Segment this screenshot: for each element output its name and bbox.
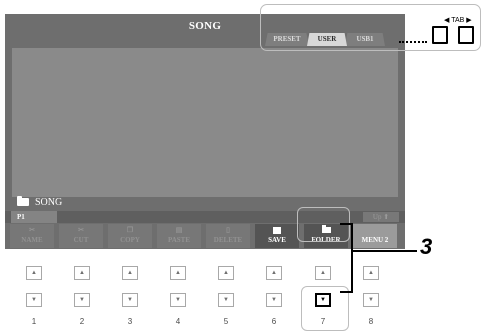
callout-leader-bottom bbox=[340, 291, 353, 293]
key1-down-button[interactable]: ▼ bbox=[26, 293, 42, 307]
copy-label: COPY bbox=[120, 236, 140, 244]
key3-up-button[interactable]: ▲ bbox=[122, 266, 138, 280]
save-button[interactable]: SAVE bbox=[255, 224, 299, 248]
save-icon bbox=[273, 227, 281, 234]
callout-leader-top bbox=[340, 223, 353, 225]
key2-up-button[interactable]: ▲ bbox=[74, 266, 90, 280]
key5-up-button[interactable]: ▲ bbox=[218, 266, 234, 280]
key8-up-button[interactable]: ▲ bbox=[363, 266, 379, 280]
cut-label: CUT bbox=[73, 236, 89, 244]
key7-down-button[interactable]: ▼ bbox=[315, 293, 331, 307]
paste-icon: ▤ bbox=[175, 226, 183, 234]
callout-leader-horizontal bbox=[353, 250, 417, 252]
cut-icon: ✂ bbox=[78, 226, 84, 234]
save-label: SAVE bbox=[268, 236, 286, 244]
key7-up-button[interactable]: ▲ bbox=[315, 266, 331, 280]
menu2-button[interactable]: MENU 2 bbox=[353, 224, 397, 248]
callout-leader-vertical bbox=[351, 224, 353, 292]
key4-up-button[interactable]: ▲ bbox=[170, 266, 186, 280]
copy-icon: ❐ bbox=[126, 226, 134, 234]
delete-label: DELETE bbox=[213, 236, 243, 244]
tab-right-button[interactable] bbox=[458, 26, 474, 44]
key3-down-button[interactable]: ▼ bbox=[122, 293, 138, 307]
folder-icon bbox=[17, 196, 29, 206]
tab-user[interactable]: USER bbox=[307, 33, 347, 46]
step-number: 3 bbox=[420, 234, 433, 259]
tab-leader-dots bbox=[399, 41, 427, 43]
tab-left-button[interactable] bbox=[432, 26, 448, 44]
name-icon: ✂ bbox=[29, 226, 35, 234]
paste-button[interactable]: ▤ PASTE bbox=[157, 224, 201, 248]
tab-buttons-label: ◀ TAB ▶ bbox=[444, 17, 472, 24]
key6-number: 6 bbox=[271, 317, 277, 326]
key6-down-button[interactable]: ▼ bbox=[266, 293, 282, 307]
key8-number: 8 bbox=[368, 317, 374, 326]
key6-up-button[interactable]: ▲ bbox=[266, 266, 282, 280]
key4-down-button[interactable]: ▼ bbox=[170, 293, 186, 307]
key3-number: 3 bbox=[127, 317, 133, 326]
up-button[interactable]: Up ⬆ bbox=[363, 212, 399, 222]
page-indicator[interactable]: P1 bbox=[11, 211, 57, 223]
name-button[interactable]: ✂ NAME bbox=[10, 224, 54, 248]
current-folder-name: SONG bbox=[35, 196, 63, 208]
key5-down-button[interactable]: ▼ bbox=[218, 293, 234, 307]
copy-button[interactable]: ❐ COPY bbox=[108, 224, 152, 248]
key2-number: 2 bbox=[79, 317, 85, 326]
key7-number: 7 bbox=[320, 317, 326, 326]
key1-up-button[interactable]: ▲ bbox=[26, 266, 42, 280]
name-label: NAME bbox=[21, 236, 43, 244]
paste-label: PASTE bbox=[167, 236, 191, 244]
current-folder: SONG bbox=[17, 195, 62, 209]
menu2-label: MENU 2 bbox=[361, 236, 389, 244]
file-list-area bbox=[12, 48, 398, 197]
delete-icon: ▯ bbox=[226, 226, 230, 234]
cut-button[interactable]: ✂ CUT bbox=[59, 224, 103, 248]
key8-down-button[interactable]: ▼ bbox=[363, 293, 379, 307]
key4-number: 4 bbox=[175, 317, 181, 326]
key1-number: 1 bbox=[31, 317, 37, 326]
delete-button[interactable]: ▯ DELETE bbox=[206, 224, 250, 248]
key2-down-button[interactable]: ▼ bbox=[74, 293, 90, 307]
key5-number: 5 bbox=[223, 317, 229, 326]
